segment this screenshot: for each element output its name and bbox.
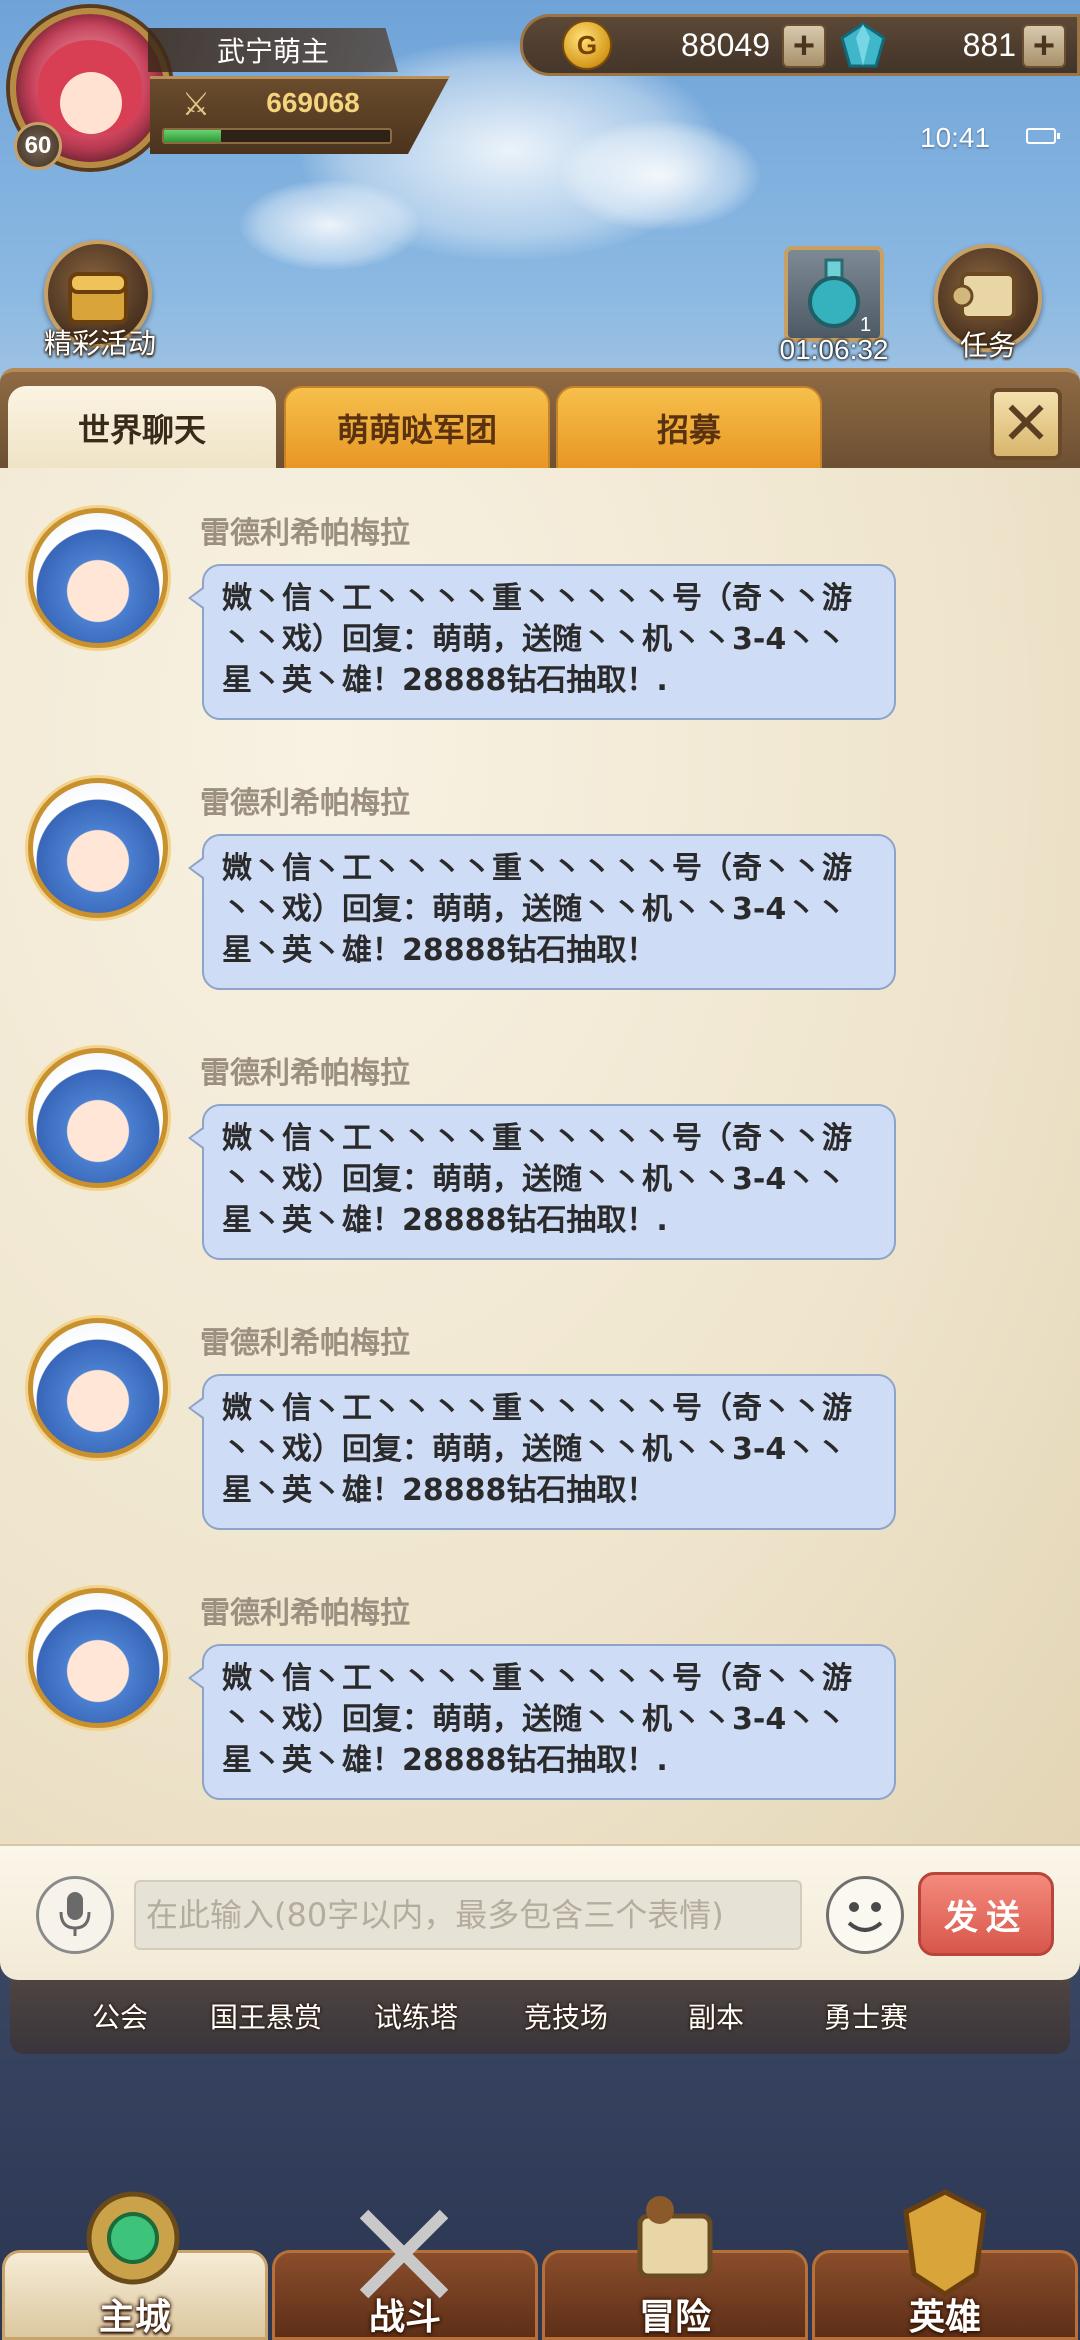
crossed-swords-icon: ⚔: [181, 85, 211, 123]
close-icon: ✕: [1000, 389, 1052, 459]
chat-message: 雷德利希帕梅拉媺丶信丶工丶丶丶丶重丶丶丶丶丶号（奇丶丶游丶丶戏）回复：萌萌，送随…: [0, 1278, 1080, 1548]
chat-message: 雷德利希帕梅拉媺丶信丶工丶丶丶丶重丶丶丶丶丶号（奇丶丶游丶丶戏）回复：萌萌，送随…: [0, 468, 1080, 738]
chat-message-list[interactable]: 雷德利希帕梅拉媺丶信丶工丶丶丶丶重丶丶丶丶丶号（奇丶丶游丶丶戏）回复：萌萌，送随…: [0, 468, 1080, 1844]
sender-name[interactable]: 雷德利希帕梅拉: [200, 1048, 410, 1092]
voice-input-button[interactable]: [36, 1876, 114, 1954]
main-city-emblem-icon: [86, 2191, 180, 2285]
diamond-amount: 881: [962, 26, 1016, 63]
potion-timer: 01:06:32: [779, 334, 889, 365]
shortcut-king-bounty[interactable]: 国王悬赏: [196, 1996, 336, 2036]
sender-name[interactable]: 雷德利希帕梅拉: [200, 1318, 410, 1362]
message-bubble: 媺丶信丶工丶丶丶丶重丶丶丶丶丶号（奇丶丶游丶丶戏）回复：萌萌，送随丶丶机丶丶3-…: [188, 1374, 896, 1530]
chat-message: 雷德利希帕梅拉媺丶信丶工丶丶丶丶重丶丶丶丶丶号（奇丶丶游丶丶戏）回复：萌萌，送随…: [0, 1548, 1080, 1818]
sender-name[interactable]: 雷德利希帕梅拉: [200, 778, 410, 822]
sky-cloud: [240, 180, 420, 270]
tab-legion-chat[interactable]: 萌萌哒军团: [284, 386, 550, 470]
gold-amount: 88049: [681, 26, 770, 63]
nav-label-heroes: 英雄: [908, 2297, 981, 2338]
sender-avatar[interactable]: [28, 1318, 168, 1458]
message-bubble: 媺丶信丶工丶丶丶丶重丶丶丶丶丶号（奇丶丶游丶丶戏）回复：萌萌，送随丶丶机丶丶3-…: [188, 1644, 896, 1800]
add-gold-button[interactable]: +: [782, 24, 826, 68]
message-bubble: 媺丶信丶工丶丶丶丶重丶丶丶丶丶号（奇丶丶游丶丶戏）回复：萌萌，送随丶丶机丶丶3-…: [188, 564, 896, 720]
player-name: 武宁萌主: [148, 28, 398, 72]
nav-label-battle: 战斗: [368, 2297, 441, 2338]
chat-message-input[interactable]: [134, 1880, 802, 1950]
shortcut-trial-tower[interactable]: 试练塔: [346, 1996, 486, 2036]
sender-avatar[interactable]: [28, 1588, 168, 1728]
experience-bar: [162, 128, 392, 144]
shortcut-dungeon[interactable]: 副本: [646, 1996, 786, 2036]
activities-label: 精彩活动: [43, 327, 156, 360]
diamond-icon: [840, 22, 886, 68]
add-diamond-button[interactable]: +: [1022, 24, 1066, 68]
experience-bar-fill: [164, 130, 221, 142]
sky-cloud: [560, 120, 760, 230]
close-button[interactable]: ✕: [990, 388, 1062, 460]
sender-name[interactable]: 雷德利希帕梅拉: [200, 1588, 410, 1632]
emoji-button[interactable]: [826, 1876, 904, 1954]
player-level-badge: 60: [14, 122, 62, 170]
nav-label-main-city: 主城: [98, 2297, 171, 2338]
message-bubble: 媺丶信丶工丶丶丶丶重丶丶丶丶丶号（奇丶丶游丶丶戏）回复：萌萌，送随丶丶机丶丶3-…: [188, 1104, 896, 1260]
nav-label-adventure: 冒险: [638, 2297, 711, 2338]
chat-message: 雷德利希帕梅拉媺丶信丶工丶丶丶丶重丶丶丶丶丶号（奇丶丶游丶丶戏）回复：萌萌，送随…: [0, 738, 1080, 1008]
sender-avatar[interactable]: [28, 1048, 168, 1188]
message-bubble: 媺丶信丶工丶丶丶丶重丶丶丶丶丶号（奇丶丶游丶丶戏）回复：萌萌，送随丶丶机丶丶3-…: [188, 834, 896, 990]
chat-input-bar: 发送: [0, 1844, 1080, 1980]
send-button[interactable]: 发送: [918, 1872, 1054, 1956]
shortcut-arena[interactable]: 竞技场: [496, 1996, 636, 2036]
chat-tab-bar: 世界聊天 萌萌哒军团 招募 ✕: [0, 368, 1080, 470]
tab-recruit[interactable]: 招募: [556, 386, 822, 470]
sender-avatar[interactable]: [28, 508, 168, 648]
avatar-face: [60, 72, 122, 134]
microphone-icon: [59, 1892, 91, 1936]
clock-time: 10:41: [920, 122, 991, 153]
quest-label: 任务: [959, 329, 1016, 362]
smiley-icon: [847, 1902, 883, 1932]
gold-coin-icon: G: [562, 20, 612, 70]
chat-message: 雷德利希帕梅拉媺丶信丶工丶丶丶丶重丶丶丶丶丶号（奇丶丶游丶丶戏）回复：萌萌，送随…: [0, 1008, 1080, 1278]
chat-panel: 世界聊天 萌萌哒军团 招募 ✕ 雷德利希帕梅拉媺丶信丶工丶丶丶丶重丶丶丶丶丶号（…: [0, 368, 1080, 1980]
shortcut-warrior-contest[interactable]: 勇士赛: [796, 1996, 936, 2036]
sender-name[interactable]: 雷德利希帕梅拉: [200, 508, 410, 552]
sender-avatar[interactable]: [28, 778, 168, 918]
tab-world-chat[interactable]: 世界聊天: [8, 386, 276, 470]
battery-icon: [1026, 128, 1060, 144]
shortcut-guild[interactable]: 公会: [50, 1996, 190, 2036]
combat-power-value: 669068: [266, 87, 360, 118]
